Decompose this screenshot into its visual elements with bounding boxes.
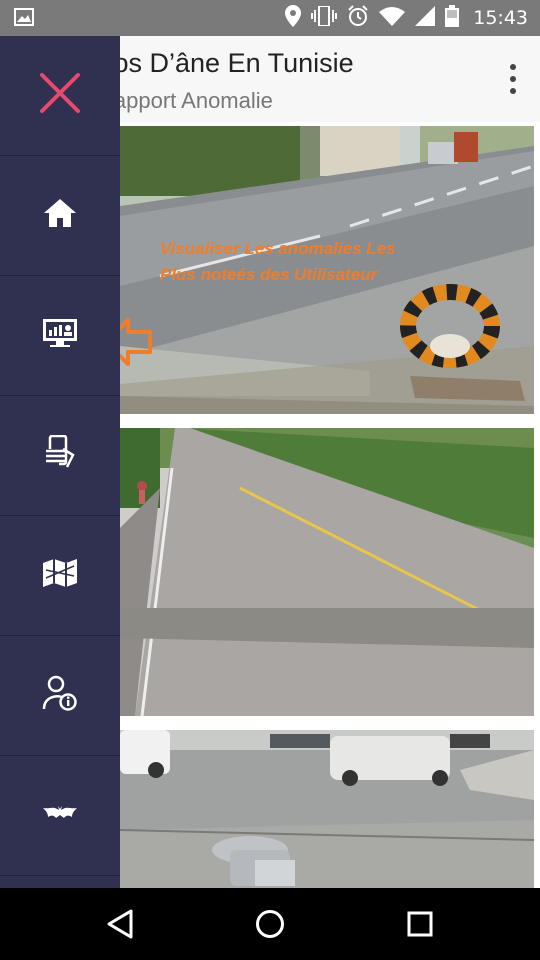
drawer-close-button[interactable] [0, 36, 120, 156]
drawer-item-report[interactable] [0, 396, 120, 516]
anomaly-photo-3[interactable] [120, 730, 534, 888]
battery-icon [445, 4, 460, 32]
location-icon [285, 4, 302, 32]
phone-report-icon [45, 434, 75, 476]
close-icon [38, 71, 82, 120]
drawer-item-dashboard[interactable] [0, 276, 120, 396]
anomaly-photo-2[interactable] [120, 428, 534, 716]
navigation-drawer [0, 36, 120, 888]
more-vert-icon[interactable] [506, 64, 520, 94]
page-title: Dos D’âne En Tunisie [120, 48, 354, 78]
image-icon [14, 8, 34, 26]
dashboard-monitor-icon [42, 318, 78, 353]
annotation-text: Visualiser Les anomalies Les Plus noteés… [160, 239, 396, 284]
wifi-icon [379, 6, 406, 31]
vibrate-icon [311, 4, 338, 31]
drawer-item-home[interactable] [0, 156, 120, 276]
back-icon[interactable] [98, 902, 142, 946]
drawer-item-map[interactable] [0, 516, 120, 636]
status-bar: 15:43 [0, 0, 540, 36]
clock-time: 15:43 [473, 7, 528, 29]
home-icon [43, 198, 77, 233]
signal-icon [415, 5, 436, 31]
map-icon [42, 558, 78, 593]
system-nav-bar [0, 888, 540, 960]
recents-icon[interactable] [398, 902, 442, 946]
user-info-icon [42, 675, 78, 716]
drawer-item-profile[interactable] [0, 636, 120, 756]
app-screen: Dos D’âne En Tunisie Rapport Anomalie [0, 36, 540, 888]
alarm-icon [347, 4, 369, 32]
home-circle-icon[interactable] [248, 902, 292, 946]
drawer-item-bat[interactable] [0, 756, 120, 876]
bat-icon [42, 805, 78, 826]
page-subtitle: Rapport Anomalie [120, 88, 273, 113]
